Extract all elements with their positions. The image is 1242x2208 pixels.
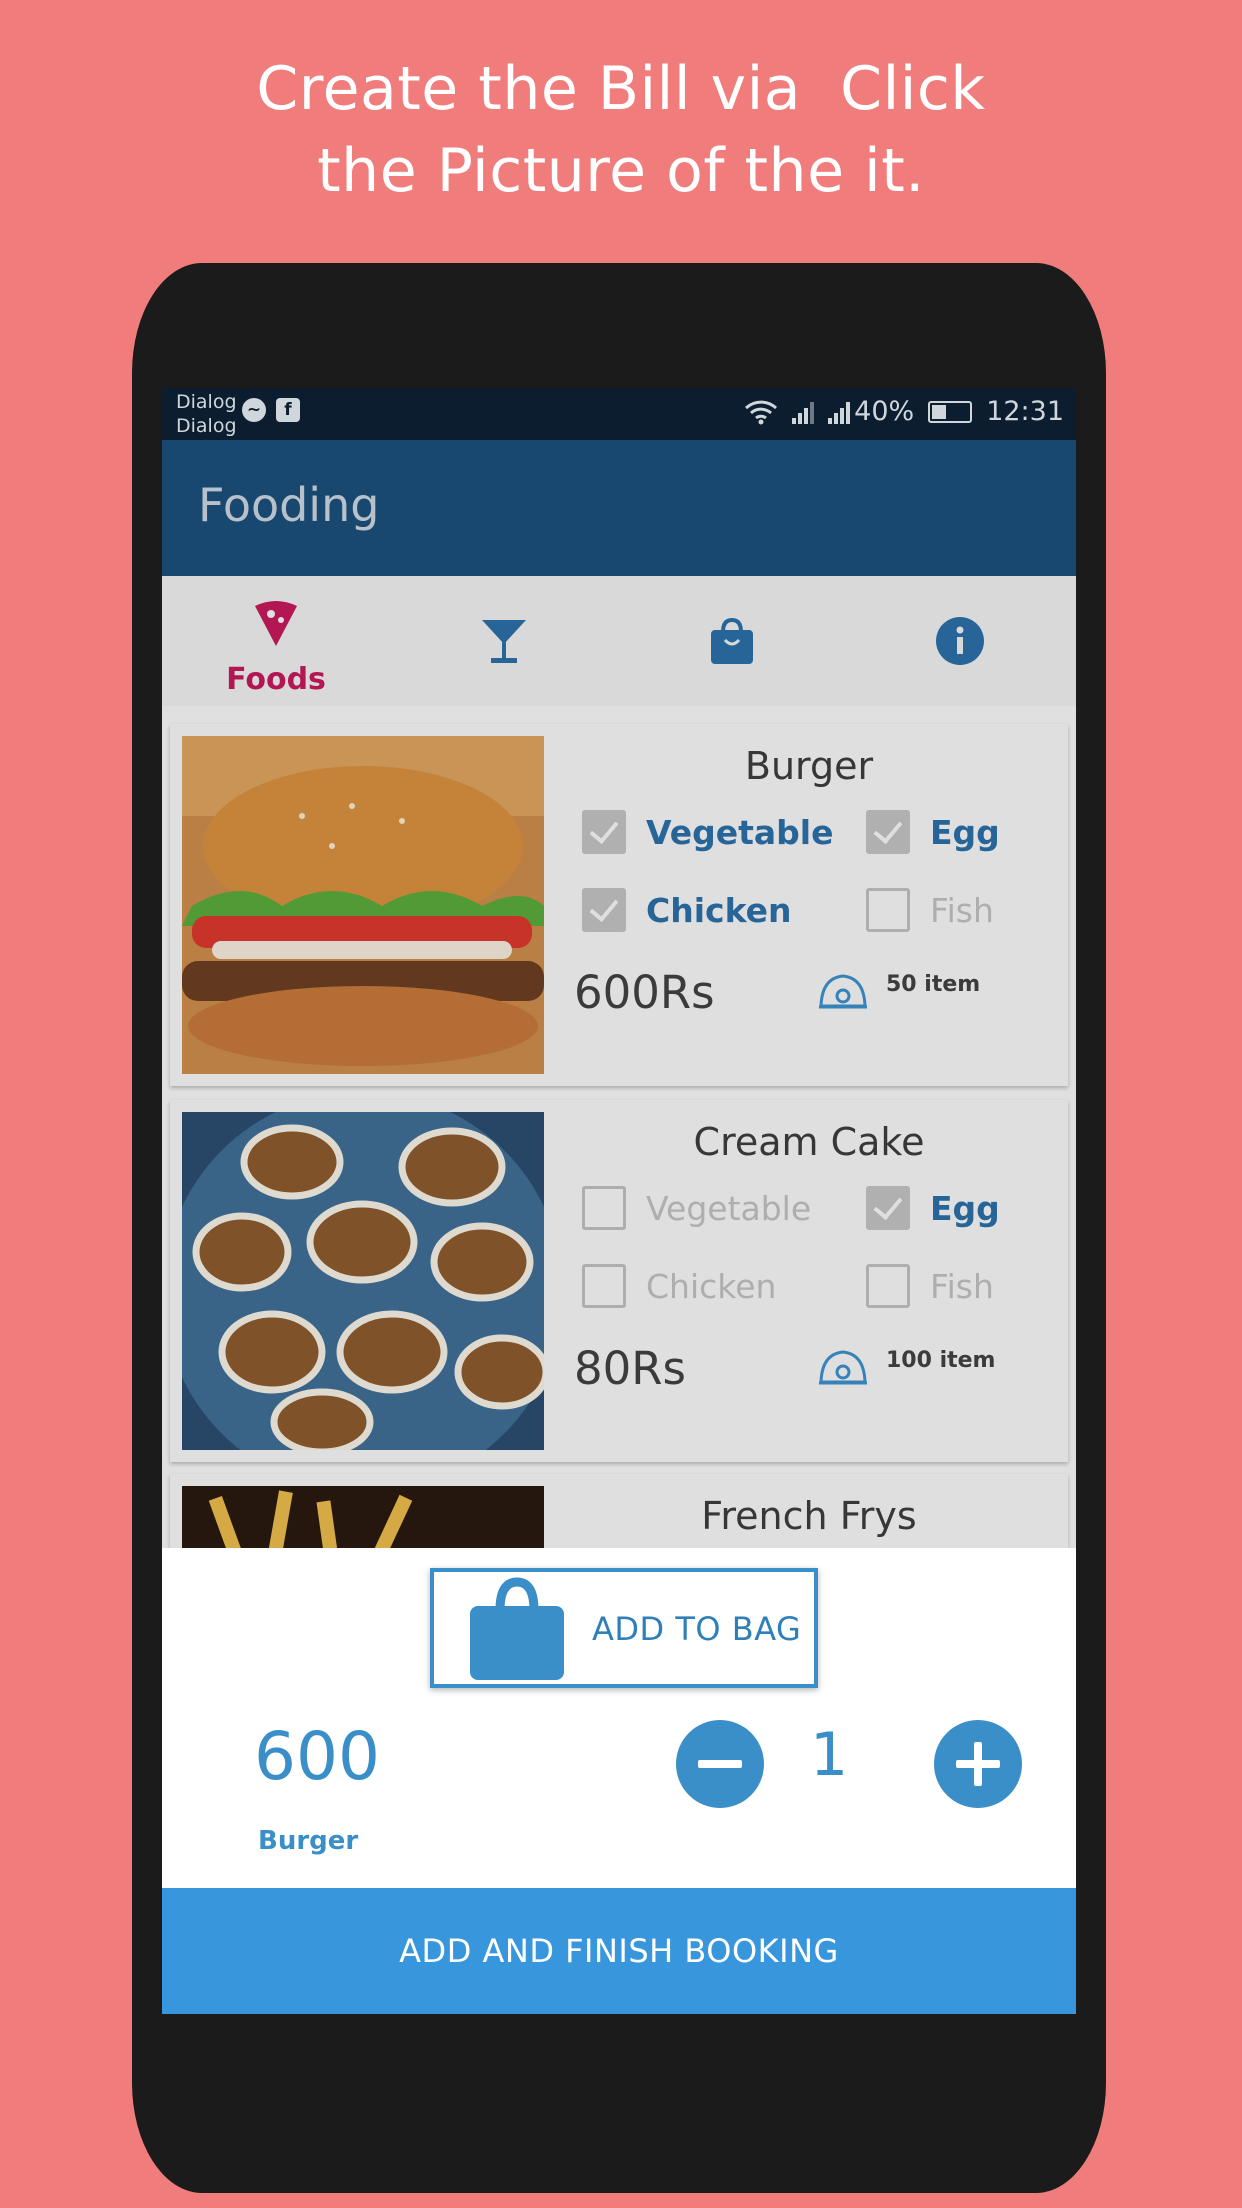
status-bar: Dialog Dialog ~ f 40% 12:31 xyxy=(162,388,1076,440)
carrier-2: Dialog xyxy=(176,415,237,437)
headline-line-2: the Picture of the it. xyxy=(317,136,925,206)
signal-icon-1 xyxy=(792,400,815,424)
promo-headline: Create the Bill via Click the Picture of… xyxy=(0,48,1242,212)
headline-line-1: Create the Bill via Click xyxy=(256,54,986,124)
battery-percent: 40% xyxy=(854,396,915,427)
decrease-quantity-button[interactable] xyxy=(676,1720,764,1808)
wifi-icon xyxy=(745,400,778,424)
phone-screen: Dialog Dialog ~ f 40% 12:31 Fooding Food… xyxy=(162,388,1076,2014)
battery-icon xyxy=(928,400,973,423)
sync-icon: ~ xyxy=(242,398,266,422)
signal-icon-2 xyxy=(828,400,851,424)
clock: 12:31 xyxy=(986,396,1064,427)
quantity-value: 1 xyxy=(810,1720,849,1790)
finish-booking-button[interactable]: ADD AND FINISH BOOKING xyxy=(162,1888,1076,2014)
order-sheet: ADD TO BAG 600 Burger 1 xyxy=(162,1548,1076,1888)
add-to-bag-button[interactable]: ADD TO BAG xyxy=(430,1568,818,1688)
carrier-labels: Dialog Dialog xyxy=(176,390,237,438)
minus-icon xyxy=(698,1760,742,1768)
facebook-icon: f xyxy=(276,398,300,422)
total-price: 600 xyxy=(254,1718,380,1795)
selected-item-name: Burger xyxy=(258,1826,359,1856)
bag-icon xyxy=(470,1577,564,1680)
carrier-1: Dialog xyxy=(176,391,237,413)
add-to-bag-label: ADD TO BAG xyxy=(592,1610,802,1648)
increase-quantity-button[interactable] xyxy=(934,1720,1022,1808)
